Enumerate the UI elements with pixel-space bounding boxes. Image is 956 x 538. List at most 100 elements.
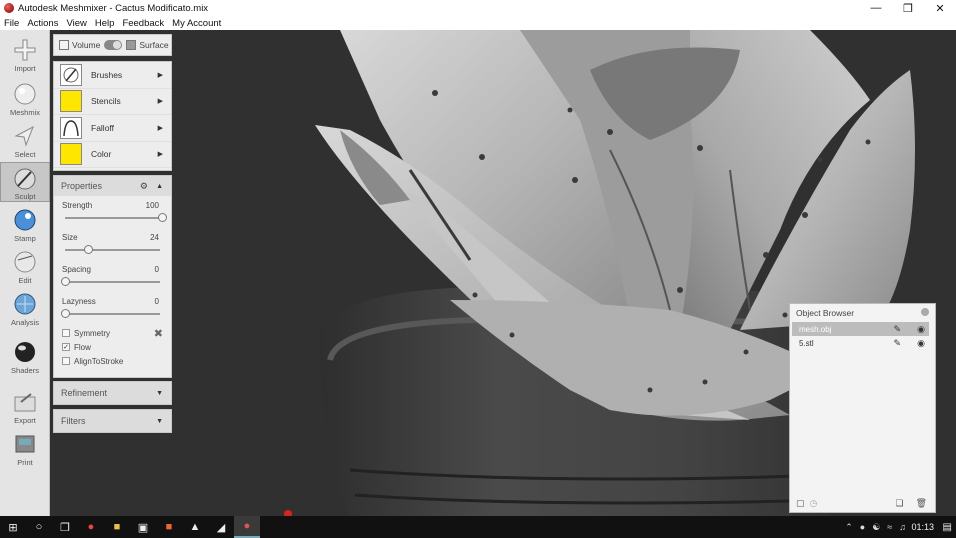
volume-icon[interactable]: ♫ [899,522,906,532]
lazyness-slider[interactable]: Lazyness 0 [54,292,171,324]
menu-file[interactable]: File [4,18,19,29]
checkbox-box[interactable]: ✓ [62,343,70,351]
lazyness-label: Lazyness [62,297,96,306]
checkbox-box[interactable] [62,357,70,365]
slider-track[interactable] [65,217,160,219]
slider-track[interactable] [65,313,160,315]
eye-visibility-icon[interactable]: ◉ [917,338,925,349]
stencils-row[interactable]: Stencils ▶ [54,89,171,115]
falloff-row[interactable]: Falloff ▶ [54,115,171,142]
tool-analysis-label: Analysis [11,318,39,327]
slider-knob[interactable] [157,213,167,222]
office-icon[interactable]: ■ [156,516,182,538]
align-to-stroke-checkbox[interactable]: AlignToStroke [54,354,171,368]
menu-actions[interactable]: Actions [27,18,58,29]
chevron-down-icon: ▼ [156,417,163,425]
menu-bar: File Actions View Help Feedback My Accou… [0,16,956,30]
tool-edit[interactable]: Edit [0,246,50,286]
object-row[interactable]: 5.stl ✎ ◉ [792,336,929,350]
tool-shaders-label: Shaders [11,366,39,375]
spacing-slider[interactable]: Spacing 0 [54,260,171,292]
clock-icon[interactable]: ◷ [810,498,818,509]
slider-track[interactable] [65,249,160,251]
slider-knob[interactable] [60,277,70,286]
search-icon[interactable]: ○ [26,516,52,538]
tool-analysis[interactable]: Analysis [0,288,50,328]
tool-import[interactable]: Import [0,34,50,74]
slider-knob[interactable] [60,309,70,318]
refinement-panel: Refinement ▼ [53,381,172,405]
tool-shaders[interactable]: Shaders [0,336,50,376]
file-explorer-icon[interactable]: ■ [104,516,130,538]
chevron-up-icon[interactable]: ⌃ [845,522,853,533]
properties-header[interactable]: Properties ⚙ ▲ [54,176,171,196]
flow-checkbox[interactable]: ✓ Flow [54,340,171,354]
object-browser-footer: ▢ ◷ ❏ 🗑 [790,494,935,512]
brushes-label: Brushes [91,69,123,80]
windows-taskbar: ⊞ ○ ❐ ● ■ ▣ ■ ▲ ◢ ● ⌃ ● ☯ ≈ ♫ 01:13 ▤ [0,516,956,538]
chrome-icon[interactable]: ● [78,516,104,538]
slider-knob[interactable] [83,245,93,254]
collapse-arrow-icon[interactable]: ▲ [156,183,163,190]
network-icon[interactable]: ● [860,522,865,532]
close-icon[interactable] [921,308,929,316]
edit-pencil-icon[interactable]: ✎ [893,338,901,349]
task-view-icon[interactable]: ❐ [52,516,78,538]
menu-feedback[interactable]: Feedback [122,18,164,29]
color-row[interactable]: Color ▶ [54,142,171,168]
refinement-header[interactable]: Refinement ▼ [54,382,171,404]
meshmixer-taskbar-icon[interactable]: ● [234,516,260,538]
symmetry-checkbox[interactable]: Symmetry ✖ [54,326,171,340]
size-slider[interactable]: Size 24 [54,228,171,260]
volume-cube-icon [59,40,69,50]
tool-stamp-label: Stamp [14,234,36,243]
close-button[interactable]: ✕ [924,0,956,16]
size-label: Size [62,233,78,242]
analysis-icon [12,291,38,317]
tool-export[interactable]: Export [0,386,50,426]
checkbox-box[interactable] [62,329,70,337]
stamp-icon [12,207,38,233]
chevron-down-icon: ▼ [156,389,163,397]
language-icon[interactable]: ☯ [872,522,880,533]
filters-header[interactable]: Filters ▼ [54,410,171,432]
chevron-right-icon: ▶ [157,151,163,159]
minimize-button[interactable]: — [860,0,892,16]
window-title: Autodesk Meshmixer - Cactus Modificato.m… [18,2,209,14]
notification-icon[interactable]: ▤ [943,522,952,533]
tool-meshmix[interactable]: Meshmix [0,78,50,118]
falloff-label: Falloff [91,122,114,133]
menu-my-account[interactable]: My Account [172,18,221,29]
tool-print[interactable]: Print [0,428,50,468]
app-icon[interactable]: ◢ [208,516,234,538]
windows-start-icon[interactable]: ⊞ [0,516,26,538]
menu-view[interactable]: View [66,18,86,29]
arrow-cursor-icon [12,123,38,149]
symmetry-tool-icon[interactable]: ✖ [154,327,163,340]
gear-icon[interactable]: ⚙ [140,181,148,192]
tool-stamp[interactable]: Stamp [0,204,50,244]
refinement-title: Refinement [61,388,108,398]
tool-sculpt[interactable]: Sculpt [0,162,50,202]
cube-icon[interactable]: ▢ [796,498,805,509]
duplicate-icon[interactable]: ❏ [895,498,903,509]
store-icon[interactable]: ▣ [130,516,156,538]
object-name: 5.stl [799,338,814,348]
lazyness-value: 0 [154,297,159,306]
strength-slider[interactable]: Strength 100 [54,196,171,228]
eye-visibility-icon[interactable]: ◉ [917,324,925,335]
shader-ball-icon [12,339,38,365]
object-browser-title: Object Browser [796,308,855,318]
tool-select[interactable]: Select [0,120,50,160]
restore-button[interactable]: ❐ [892,0,924,16]
taskbar-clock[interactable]: 01:13 [911,522,934,532]
wifi-icon[interactable]: ≈ [887,522,892,532]
volume-surface-toggle[interactable] [104,40,123,50]
brushes-row[interactable]: Brushes ▶ [54,62,171,89]
trash-icon[interactable]: 🗑 [916,498,927,509]
menu-help[interactable]: Help [95,18,115,29]
object-row[interactable]: mesh.obj ✎ ◉ [792,322,929,336]
slider-track[interactable] [65,281,160,283]
edit-pencil-icon[interactable]: ✎ [893,324,901,335]
photos-icon[interactable]: ▲ [182,516,208,538]
